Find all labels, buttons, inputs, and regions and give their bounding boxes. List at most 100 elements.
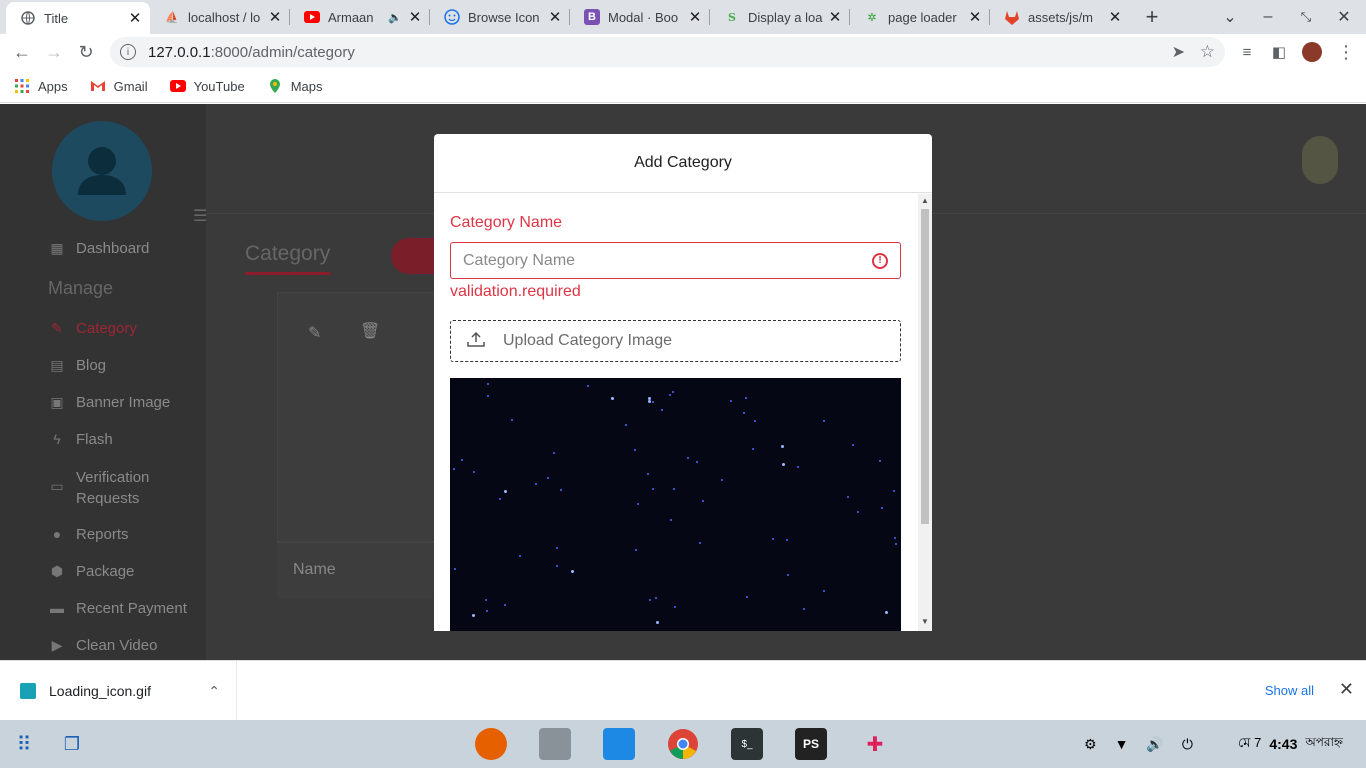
- sidebar-item-package[interactable]: ⬢ Package: [48, 562, 135, 580]
- app-grid-icon[interactable]: ⠿: [8, 728, 40, 760]
- sidebar-item-banner-image[interactable]: ▣ Banner Image: [48, 393, 170, 411]
- star-dot: [559, 489, 562, 492]
- workspaces-icon[interactable]: ❐: [56, 728, 88, 760]
- address-bar[interactable]: i 127.0.0.1:8000/admin/category ➤ ☆: [110, 37, 1225, 67]
- scroll-up-icon[interactable]: ▲: [918, 196, 932, 208]
- close-icon[interactable]: ✕: [1106, 8, 1124, 26]
- tab-title[interactable]: Title ✕: [6, 2, 150, 34]
- power-icon[interactable]: ⏻: [1182, 736, 1193, 753]
- new-tab-button[interactable]: +: [1136, 0, 1168, 34]
- tab-modal-bootstrap[interactable]: B Modal · Boo ✕: [570, 0, 710, 34]
- sidebar-item-clean-video[interactable]: ▶ Clean Video: [48, 636, 158, 654]
- star-dot: [745, 397, 748, 400]
- send-icon[interactable]: ➤: [1172, 42, 1185, 62]
- star-dot: [504, 603, 506, 606]
- user-avatar[interactable]: [1302, 136, 1338, 184]
- bookmark-apps[interactable]: Apps: [14, 78, 68, 94]
- firefox-icon[interactable]: [475, 728, 507, 760]
- star-dot: [571, 570, 575, 574]
- clock[interactable]: মে 7 4:43 অপরাহ্ন: [1238, 720, 1343, 768]
- star-icon[interactable]: ☆: [1200, 42, 1215, 62]
- speaker-icon[interactable]: 🔈: [388, 11, 402, 24]
- star-dot: [746, 596, 749, 599]
- scroll-down-icon[interactable]: ▼: [918, 617, 932, 629]
- sidebar-item-reports[interactable]: ● Reports: [48, 525, 129, 543]
- sidebar-item-blog[interactable]: ▤ Blog: [48, 356, 106, 374]
- reload-icon[interactable]: ↻: [70, 36, 102, 68]
- star-dot: [635, 548, 638, 551]
- sidebar-item-flash[interactable]: ϟ Flash: [48, 430, 112, 448]
- trash-icon[interactable]: 🗑: [360, 321, 380, 341]
- star-dot: [586, 385, 589, 388]
- url-path: :8000/admin/category: [210, 43, 355, 61]
- network-settings-icon[interactable]: ⚙: [1084, 736, 1097, 753]
- close-icon[interactable]: ✕: [966, 8, 984, 26]
- bootstrap-icon: B: [584, 9, 600, 25]
- star-dot: [556, 564, 559, 567]
- tab-page-loader[interactable]: ✲ page loader ✕: [850, 0, 990, 34]
- browser-toolbar: ← → ↻ i 127.0.0.1:8000/admin/category ➤ …: [0, 34, 1366, 70]
- star-dot: [624, 424, 627, 427]
- scrollbar-thumb[interactable]: [921, 209, 929, 524]
- chrome-icon[interactable]: [667, 728, 699, 760]
- media-icon[interactable]: ≡: [1231, 36, 1263, 68]
- phpstorm-icon[interactable]: PS: [795, 728, 827, 760]
- close-icon[interactable]: ✕: [126, 9, 144, 27]
- tab-search-icon[interactable]: ⌄: [1214, 0, 1246, 34]
- tab-assets-js[interactable]: assets/js/m ✕: [990, 0, 1130, 34]
- back-icon[interactable]: ←: [6, 36, 38, 68]
- url-host: 127.0.0.1: [148, 43, 211, 61]
- forward-icon[interactable]: →: [38, 36, 70, 68]
- category-name-field[interactable]: Category Name !: [450, 242, 901, 279]
- sidebar-item-verification-requests[interactable]: ▭ Verification Requests: [48, 467, 186, 509]
- tab-label: Title: [44, 10, 69, 26]
- slack-icon[interactable]: ✚: [859, 728, 891, 760]
- minimize-icon[interactable]: –: [1252, 0, 1284, 34]
- volume-icon[interactable]: 🔊: [1146, 736, 1163, 753]
- files-icon[interactable]: [539, 728, 571, 760]
- software-store-icon[interactable]: [603, 728, 635, 760]
- close-icon[interactable]: ✕: [1339, 679, 1354, 700]
- close-window-icon[interactable]: ✕: [1328, 0, 1360, 34]
- show-all-link[interactable]: Show all: [1265, 683, 1314, 698]
- sidebar-item-dashboard[interactable]: ▦ Dashboard: [48, 239, 149, 257]
- star-dot: [660, 409, 663, 412]
- star-dot: [555, 546, 558, 549]
- sidebar-item-label: Package: [76, 562, 135, 580]
- package-icon: ⬢: [50, 562, 64, 579]
- star-dot: [472, 613, 476, 617]
- close-icon[interactable]: ✕: [686, 8, 704, 26]
- kebab-menu-icon[interactable]: ⋮: [1330, 36, 1362, 68]
- tab-armaan[interactable]: Armaan 🔈 ✕: [290, 0, 430, 34]
- download-item[interactable]: Loading_icon.gif ⌃: [4, 661, 237, 721]
- bookmark-gmail[interactable]: Gmail: [90, 78, 148, 94]
- tab-browse-icon[interactable]: Browse Icon ✕: [430, 0, 570, 34]
- star-dot: [878, 459, 881, 462]
- report-icon: ●: [52, 526, 62, 542]
- star-dot: [695, 460, 698, 463]
- sidebar-item-recent-payment[interactable]: ▬ Recent Payment: [48, 599, 187, 617]
- terminal-icon[interactable]: $_: [731, 728, 763, 760]
- info-icon[interactable]: i: [120, 44, 136, 60]
- side-panel-icon[interactable]: ◧: [1263, 36, 1295, 68]
- bookmark-maps[interactable]: Maps: [267, 78, 322, 94]
- chevron-up-icon[interactable]: ⌃: [208, 683, 220, 700]
- wifi-icon[interactable]: ▼: [1115, 736, 1129, 752]
- bookmark-youtube[interactable]: YouTube: [169, 78, 245, 94]
- close-icon[interactable]: ✕: [546, 8, 564, 26]
- upload-image-dropzone[interactable]: Upload Category Image: [450, 320, 901, 362]
- tab-display-loader[interactable]: S Display a loa ✕: [710, 0, 850, 34]
- star-dot: [884, 610, 888, 614]
- close-icon[interactable]: ✕: [406, 8, 424, 26]
- modal-scrollbar[interactable]: ▲ ▼: [918, 194, 932, 631]
- restore-icon[interactable]: ⤡: [1290, 0, 1322, 34]
- globe-icon: [20, 10, 36, 26]
- sidebar-item-category[interactable]: ✎ Category: [48, 319, 137, 337]
- close-icon[interactable]: ✕: [826, 8, 844, 26]
- profile-avatar[interactable]: [1296, 36, 1328, 68]
- tab-localhost[interactable]: ⛵ localhost / lo ✕: [150, 0, 290, 34]
- edit-icon[interactable]: ✎: [308, 323, 321, 343]
- star-dot: [781, 444, 785, 448]
- close-icon[interactable]: ✕: [266, 8, 284, 26]
- star-dot: [485, 610, 488, 613]
